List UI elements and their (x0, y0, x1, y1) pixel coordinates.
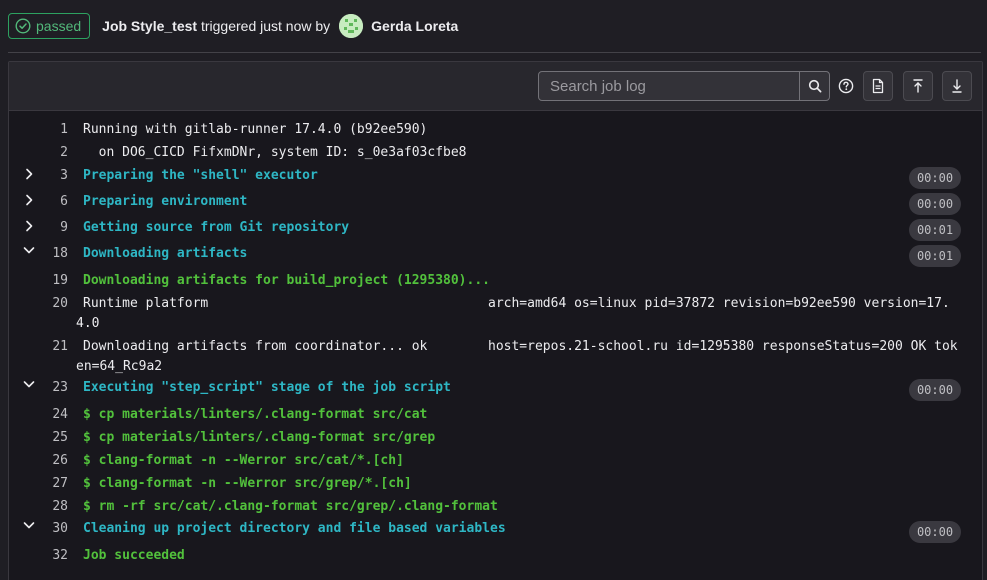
log-line: 26 $ clang-format -n --Werror src/cat/*.… (9, 453, 982, 473)
line-number[interactable]: 19 (39, 273, 68, 288)
log-line: 32 Job succeeded (9, 548, 982, 568)
triggered-text: triggered just now by (200, 18, 331, 34)
job-succeeded-text: Job succeeded (83, 548, 185, 563)
section-title: Executing "step_script" stage of the job… (83, 380, 451, 395)
line-number[interactable]: 28 (39, 499, 68, 514)
log-text-fields: arch=amd64 os=linux pid=37872 revision=b… (488, 296, 950, 311)
log-command: $ rm -rf src/cat/.clang-format src/grep/… (83, 499, 498, 514)
help-icon[interactable] (838, 78, 854, 94)
line-number[interactable]: 32 (39, 548, 68, 563)
job-log-toolbar (9, 62, 982, 111)
chevron-right-icon (26, 168, 33, 180)
log-line: 21 Downloading artifacts from coordinato… (9, 339, 982, 359)
search-input[interactable] (539, 72, 799, 100)
trigger-info: Job Style_test triggered just now by (102, 18, 330, 34)
chevron-down-icon (23, 381, 35, 388)
log-text-wrapped: 4.0 (76, 316, 100, 331)
line-number[interactable]: 23 (39, 380, 68, 395)
scroll-to-top-icon (913, 79, 923, 93)
duration-badge: 00:01 (909, 245, 961, 267)
status-label: passed (36, 18, 82, 34)
duration-badge: 00:00 (909, 521, 961, 543)
search-button[interactable] (799, 72, 829, 100)
search-box (538, 71, 830, 101)
log-line-wrap: 4.0 (9, 316, 982, 336)
log-line: 25 $ cp materials/linters/.clang-format … (9, 430, 982, 450)
log-line: 1 Running with gitlab-runner 17.4.0 (b92… (9, 122, 982, 142)
avatar-identicon (339, 14, 364, 38)
log-section-cleanup[interactable]: 30 Cleaning up project directory and fil… (9, 521, 982, 543)
line-number[interactable]: 18 (39, 246, 68, 261)
line-number[interactable]: 25 (39, 430, 68, 445)
line-number[interactable]: 20 (39, 296, 68, 311)
log-line: 20 Runtime platform arch=amd64 os=linux … (9, 296, 982, 316)
section-title: Getting source from Git repository (83, 220, 350, 235)
section-title: Preparing environment (83, 194, 248, 209)
search-icon (808, 79, 821, 93)
log-section-downloading-artifacts[interactable]: 18 Downloading artifacts 00:01 (9, 245, 982, 267)
raw-log-icon (872, 78, 884, 94)
log-command: $ clang-format -n --Werror src/grep/*.[c… (83, 476, 412, 491)
line-number[interactable]: 26 (39, 453, 68, 468)
duration-badge: 00:00 (909, 167, 961, 189)
log-line: 27 $ clang-format -n --Werror src/grep/*… (9, 476, 982, 496)
duration-badge: 00:00 (909, 193, 961, 215)
log-line: 24 $ cp materials/linters/.clang-format … (9, 407, 982, 427)
log-line: 2 on DO6_CICD FifxmDNr, system ID: s_0e3… (9, 145, 982, 165)
log-line: 19 Downloading artifacts for build_proje… (9, 273, 982, 293)
line-number[interactable]: 30 (39, 521, 68, 536)
section-title: Cleaning up project directory and file b… (83, 521, 506, 536)
log-section-preparing-executor[interactable]: 3 Preparing the "shell" executor 00:00 (9, 167, 982, 189)
duration-badge: 00:01 (909, 219, 961, 241)
log-command: $ cp materials/linters/.clang-format src… (83, 430, 436, 445)
log-text: Downloading artifacts for build_project … (83, 273, 490, 288)
log-text: Runtime platform (83, 296, 209, 311)
log-section-step-script[interactable]: 23 Executing "step_script" stage of the … (9, 379, 982, 401)
job-log-panel: 1 Running with gitlab-runner 17.4.0 (b92… (8, 61, 983, 580)
job-name: Job Style_test (102, 18, 198, 34)
chevron-right-icon (26, 220, 33, 232)
log-line-wrap: en=64_Rc9a2 (9, 359, 982, 379)
section-title: Preparing the "shell" executor (83, 168, 318, 183)
log-section-getting-source[interactable]: 9 Getting source from Git repository 00:… (9, 219, 982, 241)
scroll-to-top-button[interactable] (903, 71, 933, 101)
line-number[interactable]: 9 (39, 220, 68, 235)
job-header: passed Job Style_test triggered just now… (8, 12, 458, 40)
check-circle-icon (15, 18, 31, 34)
log-section-preparing-environment[interactable]: 6 Preparing environment 00:00 (9, 193, 982, 215)
log-line: 28 $ rm -rf src/cat/.clang-format src/gr… (9, 499, 982, 519)
raw-log-button[interactable] (863, 71, 893, 101)
chevron-down-icon (23, 247, 35, 254)
chevron-down-icon (23, 522, 35, 529)
user-name[interactable]: Gerda Loreta (371, 18, 458, 34)
status-badge[interactable]: passed (8, 13, 91, 39)
log-command: $ clang-format -n --Werror src/cat/*.[ch… (83, 453, 404, 468)
scroll-to-bottom-icon (952, 79, 962, 93)
header-divider (8, 52, 981, 53)
avatar[interactable] (339, 14, 364, 38)
scroll-to-bottom-button[interactable] (942, 71, 972, 101)
duration-badge: 00:00 (909, 379, 961, 401)
log-text: on DO6_CICD FifxmDNr, system ID: s_0e3af… (83, 145, 467, 160)
log-text: Running with gitlab-runner 17.4.0 (b92ee… (83, 122, 428, 137)
line-number[interactable]: 1 (39, 122, 68, 137)
chevron-right-icon (26, 194, 33, 206)
log-text-wrapped: en=64_Rc9a2 (76, 359, 163, 374)
line-number[interactable]: 24 (39, 407, 68, 422)
line-number[interactable]: 6 (39, 194, 68, 209)
log-text-fields: host=repos.21-school.ru id=1295380 respo… (488, 339, 958, 354)
line-number[interactable]: 21 (39, 339, 68, 354)
line-number[interactable]: 27 (39, 476, 68, 491)
section-title: Downloading artifacts (83, 246, 248, 261)
log-command: $ cp materials/linters/.clang-format src… (83, 407, 428, 422)
line-number[interactable]: 3 (39, 168, 68, 183)
line-number[interactable]: 2 (39, 145, 68, 160)
log-text: Downloading artifacts from coordinator..… (83, 339, 428, 354)
